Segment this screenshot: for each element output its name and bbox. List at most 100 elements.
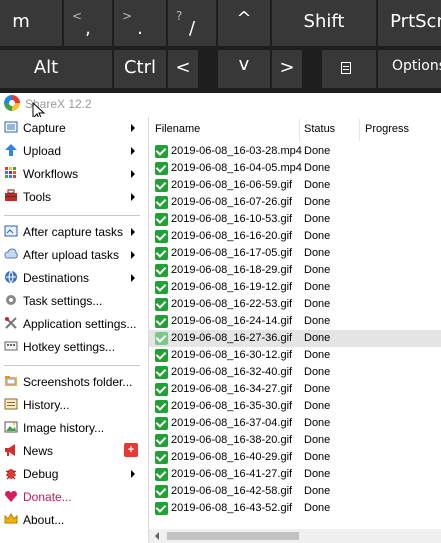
status-cell: Done — [304, 179, 331, 191]
key-ctrl[interactable]: Ctrl — [114, 50, 166, 88]
table-row[interactable]: 2019-06-08_16-32-40.gif Done — [149, 364, 441, 381]
done-check-icon — [155, 247, 168, 260]
menu-item-image-history[interactable]: Image history... — [0, 417, 148, 439]
table-row[interactable]: 2019-06-08_16-06-59.gif Done — [149, 177, 441, 194]
table-row[interactable]: 2019-06-08_16-30-12.gif Done — [149, 347, 441, 364]
key-label: Options — [391, 58, 441, 74]
menu-item-label: Image history... — [23, 421, 105, 435]
image-history-icon — [4, 421, 18, 433]
menu-item-label: Upload — [23, 144, 62, 158]
menu-separator — [4, 215, 140, 216]
menu-item-application-settings[interactable]: Application settings... — [0, 313, 148, 335]
key-x[interactable]: < — [168, 50, 198, 88]
done-check-icon — [155, 298, 168, 311]
status-cell: Done — [304, 264, 331, 276]
menu-item-capture[interactable]: Capture — [0, 117, 148, 139]
menu-key-icon — [341, 62, 351, 74]
menu-item-after-upload-tasks[interactable]: After upload tasks — [0, 244, 148, 266]
toolbox-icon — [5, 189, 17, 201]
menu-key[interactable] — [322, 50, 376, 88]
key-x[interactable]: >. — [114, 0, 166, 46]
menu-item-label: After upload tasks — [23, 248, 120, 262]
sharex-window: ShareX 12.2 Capture Upload Workflows Tools A… — [0, 93, 441, 543]
key-options[interactable]: Options — [378, 50, 441, 88]
key-x[interactable]: ? / — [168, 0, 216, 46]
menu-item-debug[interactable]: Debug — [0, 463, 148, 485]
filename-cell: 2019-06-08_16-07-26.gif — [171, 196, 293, 208]
key-x[interactable]: <, — [64, 0, 112, 46]
table-row[interactable]: 2019-06-08_16-40-29.gif Done — [149, 449, 441, 466]
table-row[interactable]: 2019-06-08_16-07-26.gif Done — [149, 194, 441, 211]
key-alt[interactable]: Alt — [0, 50, 112, 88]
menu-item-destinations[interactable]: Destinations — [0, 267, 148, 289]
menu-item-label: Screenshots folder... — [23, 375, 133, 389]
menu-item-task-settings[interactable]: Task settings... — [0, 290, 148, 312]
menu-item-label: Task settings... — [23, 294, 103, 308]
scroll-left-icon[interactable] — [155, 532, 159, 540]
menu-item-upload[interactable]: Upload — [0, 140, 148, 162]
done-check-icon — [155, 230, 168, 243]
table-row[interactable]: 2019-06-08_16-19-12.gif Done — [149, 279, 441, 296]
key-prtscn[interactable]: PrtScn — [378, 0, 441, 46]
done-check-icon — [155, 315, 168, 328]
table-row[interactable]: 2019-06-08_16-35-30.gif Done — [149, 398, 441, 415]
menu-item-news[interactable]: News + — [0, 440, 148, 462]
workflows-grid-icon — [5, 167, 16, 178]
menu-item-history[interactable]: History... — [0, 394, 148, 416]
menu-item-about[interactable]: About... — [0, 509, 148, 531]
table-row[interactable]: 2019-06-08_16-22-53.gif Done — [149, 296, 441, 313]
column-header-progress[interactable]: Progress — [365, 123, 409, 135]
menu-item-tools[interactable]: Tools — [0, 186, 148, 208]
key-m[interactable]: m — [0, 0, 62, 46]
menu-item-screenshots-folder[interactable]: Screenshots folder... — [0, 371, 148, 393]
key-x[interactable]: ^ — [218, 0, 270, 46]
main-menu: Capture Upload Workflows Tools After capture… — [0, 117, 149, 543]
table-row[interactable]: 2019-06-08_16-16-20.gif Done — [149, 228, 441, 245]
column-header-filename[interactable]: Filename — [155, 123, 200, 135]
status-cell: Done — [304, 417, 331, 429]
table-row[interactable]: 2019-06-08_16-03-28.mp4 Done — [149, 143, 441, 160]
done-check-icon — [155, 179, 168, 192]
table-row[interactable]: 2019-06-08_16-04-05.mp4 Done — [149, 160, 441, 177]
done-check-icon — [155, 264, 168, 277]
table-row[interactable]: 2019-06-08_16-17-05.gif Done — [149, 245, 441, 262]
table-row[interactable]: 2019-06-08_16-24-14.gif Done — [149, 313, 441, 330]
table-row[interactable]: 2019-06-08_16-41-27.gif Done — [149, 466, 441, 483]
table-row[interactable]: 2019-06-08_16-37-04.gif Done — [149, 415, 441, 432]
menu-item-donate[interactable]: Donate... — [0, 486, 148, 508]
news-badge: + — [124, 443, 138, 457]
status-cell: Done — [304, 196, 331, 208]
after-capture-icon — [4, 225, 18, 237]
filename-cell: 2019-06-08_16-42-58.gif — [171, 485, 293, 497]
key-label: / — [188, 18, 196, 39]
column-divider[interactable] — [299, 119, 300, 141]
table-row[interactable]: 2019-06-08_16-27-36.gif Done — [149, 330, 441, 347]
menu-item-workflows[interactable]: Workflows — [0, 163, 148, 185]
submenu-arrow-icon — [131, 470, 135, 478]
status-cell: Done — [304, 230, 331, 242]
key-label: m — [12, 11, 30, 32]
status-cell: Done — [304, 383, 331, 395]
horizontal-scrollbar[interactable] — [149, 529, 441, 543]
key-v[interactable]: v — [218, 50, 270, 88]
table-row[interactable]: 2019-06-08_16-42-58.gif Done — [149, 483, 441, 500]
table-row[interactable]: 2019-06-08_16-38-20.gif Done — [149, 432, 441, 449]
table-row[interactable]: 2019-06-08_16-10-53.gif Done — [149, 211, 441, 228]
column-divider[interactable] — [359, 119, 360, 141]
task-list[interactable]: Filename Status Progress 2019-06-08_16-0… — [149, 117, 441, 543]
menu-item-hotkey-settings[interactable]: Hotkey settings... — [0, 336, 148, 358]
key-x[interactable]: > — [272, 50, 302, 88]
filename-cell: 2019-06-08_16-40-29.gif — [171, 451, 293, 463]
table-row[interactable]: 2019-06-08_16-34-27.gif Done — [149, 381, 441, 398]
table-row[interactable]: 2019-06-08_16-18-29.gif Done — [149, 262, 441, 279]
task-settings-icon — [6, 295, 16, 305]
filename-cell: 2019-06-08_16-22-53.gif — [171, 298, 293, 310]
about-crown-icon — [4, 513, 18, 524]
key-label: < — [175, 57, 191, 78]
table-row[interactable]: 2019-06-08_16-43-52.gif Done — [149, 500, 441, 517]
key-shift[interactable]: Shift — [272, 0, 376, 46]
filename-cell: 2019-06-08_16-18-29.gif — [171, 264, 293, 276]
column-header-status[interactable]: Status — [304, 123, 335, 135]
menu-item-after-capture-tasks[interactable]: After capture tasks — [0, 221, 148, 243]
scrollbar-thumb[interactable] — [167, 532, 299, 540]
